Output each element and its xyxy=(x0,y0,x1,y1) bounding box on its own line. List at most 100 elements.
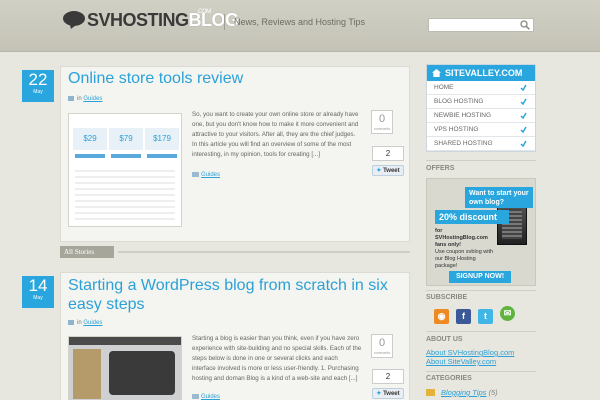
check-icon xyxy=(520,98,527,105)
category-prefix: in xyxy=(77,320,82,326)
offer-banner[interactable]: Want to start your own blog? 20% discoun… xyxy=(426,178,536,286)
comments-count-box[interactable]: 0 comments xyxy=(371,334,393,358)
check-icon xyxy=(520,140,527,147)
check-icon xyxy=(520,126,527,133)
thumbnail-topbar xyxy=(69,337,181,345)
sidebar-divider xyxy=(426,290,536,291)
tagline-divider xyxy=(224,14,225,30)
tweet-label: Tweet xyxy=(383,168,400,174)
comments-label: comments xyxy=(373,351,391,355)
comments-label: comments xyxy=(373,127,391,131)
offers-heading: OFFERS xyxy=(426,165,455,172)
post-tag-link[interactable]: Guides xyxy=(192,394,220,400)
site-tagline: News, Reviews and Hosting Tips xyxy=(234,17,366,27)
rss-icon[interactable]: ◉ xyxy=(434,309,449,324)
plan-button xyxy=(75,154,105,158)
post-excerpt: So, you want to create your own online s… xyxy=(192,111,359,158)
menu-item-label: HOME xyxy=(434,84,454,91)
thumbnail-sidebar xyxy=(73,349,101,399)
offer-discount: 20% discount xyxy=(435,210,509,224)
post-title-link[interactable]: Online store tools review xyxy=(68,70,243,88)
about-svhostingblog-link[interactable]: About SVHostingBlog.com xyxy=(426,348,514,357)
offer-headline: Want to start your own blog? xyxy=(465,187,533,208)
sitevalley-item-home[interactable]: HOME xyxy=(427,81,535,95)
menu-item-label: SHARED HOSTING xyxy=(434,140,493,147)
twitter-icon[interactable]: t xyxy=(478,309,493,324)
sitevalley-menu: SITEVALLEY.COM HOME BLOG HOSTING NEWBIE … xyxy=(426,64,536,152)
sitevalley-item-vps-hosting[interactable]: VPS HOSTING xyxy=(427,123,535,137)
thumbnail-hero xyxy=(109,351,175,395)
logo-main: SVHOSTING xyxy=(87,10,189,30)
about-sitevalley-link[interactable]: About SiteValley.com xyxy=(426,357,496,366)
post-date-badge: 14 May xyxy=(22,276,54,308)
pricing-plan-3: $179 xyxy=(145,128,179,150)
categories-heading: CATEGORIES xyxy=(426,375,472,382)
sitevalley-header[interactable]: SITEVALLEY.COM xyxy=(427,65,535,81)
post-day: 14 xyxy=(28,276,48,295)
search-input[interactable] xyxy=(429,19,517,31)
post-day: 22 xyxy=(28,70,48,89)
post-thumbnail-image[interactable] xyxy=(68,336,182,400)
sitevalley-title: SITEVALLEY.COM xyxy=(445,68,523,78)
category-link[interactable]: Guides xyxy=(83,96,102,102)
plan-button xyxy=(147,154,177,158)
site-logo[interactable]: SVHOSTINGBLOG .COM xyxy=(87,9,239,31)
folder-icon xyxy=(68,320,74,325)
sitevalley-item-shared-hosting[interactable]: SHARED HOSTING xyxy=(427,137,535,151)
search-icon[interactable] xyxy=(520,20,530,30)
search-box xyxy=(428,18,534,32)
menu-item-label: NEWBIE HOSTING xyxy=(434,112,492,119)
facebook-icon[interactable]: f xyxy=(456,309,471,324)
site-header: SVHOSTINGBLOG .COM News, Reviews and Hos… xyxy=(0,0,600,52)
sidebar-divider xyxy=(426,331,536,332)
comments-count: 0 xyxy=(378,113,386,125)
sidebar-divider xyxy=(426,371,536,372)
tweet-button[interactable]: ✦ Tweet xyxy=(372,165,404,176)
post-excerpt: Starting a blog is easier than you think… xyxy=(192,335,362,382)
folder-icon xyxy=(426,389,435,396)
comments-count-box[interactable]: 0 comments xyxy=(371,110,393,134)
post-month: May xyxy=(33,89,43,95)
check-icon xyxy=(520,112,527,119)
comments-count: 0 xyxy=(378,337,386,349)
category-name: Blogging Tips xyxy=(441,388,487,397)
subscribe-heading: SUBSCRIBE xyxy=(426,294,468,301)
all-stories-divider: All Stories xyxy=(60,246,410,258)
post-title-link[interactable]: Starting a WordPress blog from scratch i… xyxy=(68,276,388,314)
tag-icon xyxy=(192,394,199,399)
post-tag-link[interactable]: Guides xyxy=(192,172,220,178)
offer-coupon-text: Use coupon svblog with our Blog Hosting … xyxy=(435,249,494,269)
offer-fans-text: for SVHostingBlog.com fans only! xyxy=(435,228,488,248)
all-stories-label[interactable]: All Stories xyxy=(60,246,114,258)
category-count: (5) xyxy=(488,388,498,397)
offer-details: for SVHostingBlog.com fans only! Use cou… xyxy=(435,228,495,270)
share-count: 2 xyxy=(372,146,404,161)
logo-suffix: .COM xyxy=(197,9,211,15)
category-link[interactable]: Guides xyxy=(83,320,102,326)
tag-label: Guides xyxy=(201,172,221,178)
chat-bubble-icon[interactable]: ✉ xyxy=(500,306,515,321)
category-item-blogging-tips[interactable]: Blogging Tips (5) xyxy=(426,388,498,397)
tweet-button[interactable]: ✦ Tweet xyxy=(372,388,404,399)
sitevalley-item-newbie-hosting[interactable]: NEWBIE HOSTING xyxy=(427,109,535,123)
about-heading: ABOUT US xyxy=(426,336,463,343)
post-month: May xyxy=(33,295,43,301)
tag-icon xyxy=(192,172,199,177)
plan-button xyxy=(111,154,141,158)
post-category-line: in Guides xyxy=(68,96,102,102)
share-count: 2 xyxy=(372,369,404,384)
speech-bubble-logo-icon[interactable] xyxy=(63,11,85,26)
sitevalley-item-blog-hosting[interactable]: BLOG HOSTING xyxy=(427,95,535,109)
folder-icon xyxy=(68,96,74,101)
pricing-feature-rows xyxy=(75,166,175,221)
home-icon xyxy=(432,69,441,77)
twitter-bird-icon: ✦ xyxy=(376,168,382,174)
post-thumbnail-image[interactable]: $29 $79 $179 xyxy=(68,113,182,227)
menu-item-label: VPS HOSTING xyxy=(434,126,479,133)
twitter-bird-icon: ✦ xyxy=(376,391,382,397)
pricing-plan-2: $79 xyxy=(109,128,143,150)
check-icon xyxy=(520,84,527,91)
signup-button[interactable]: SIGNUP NOW! xyxy=(449,271,511,283)
divider-line xyxy=(118,251,410,253)
tag-label: Guides xyxy=(201,394,221,400)
